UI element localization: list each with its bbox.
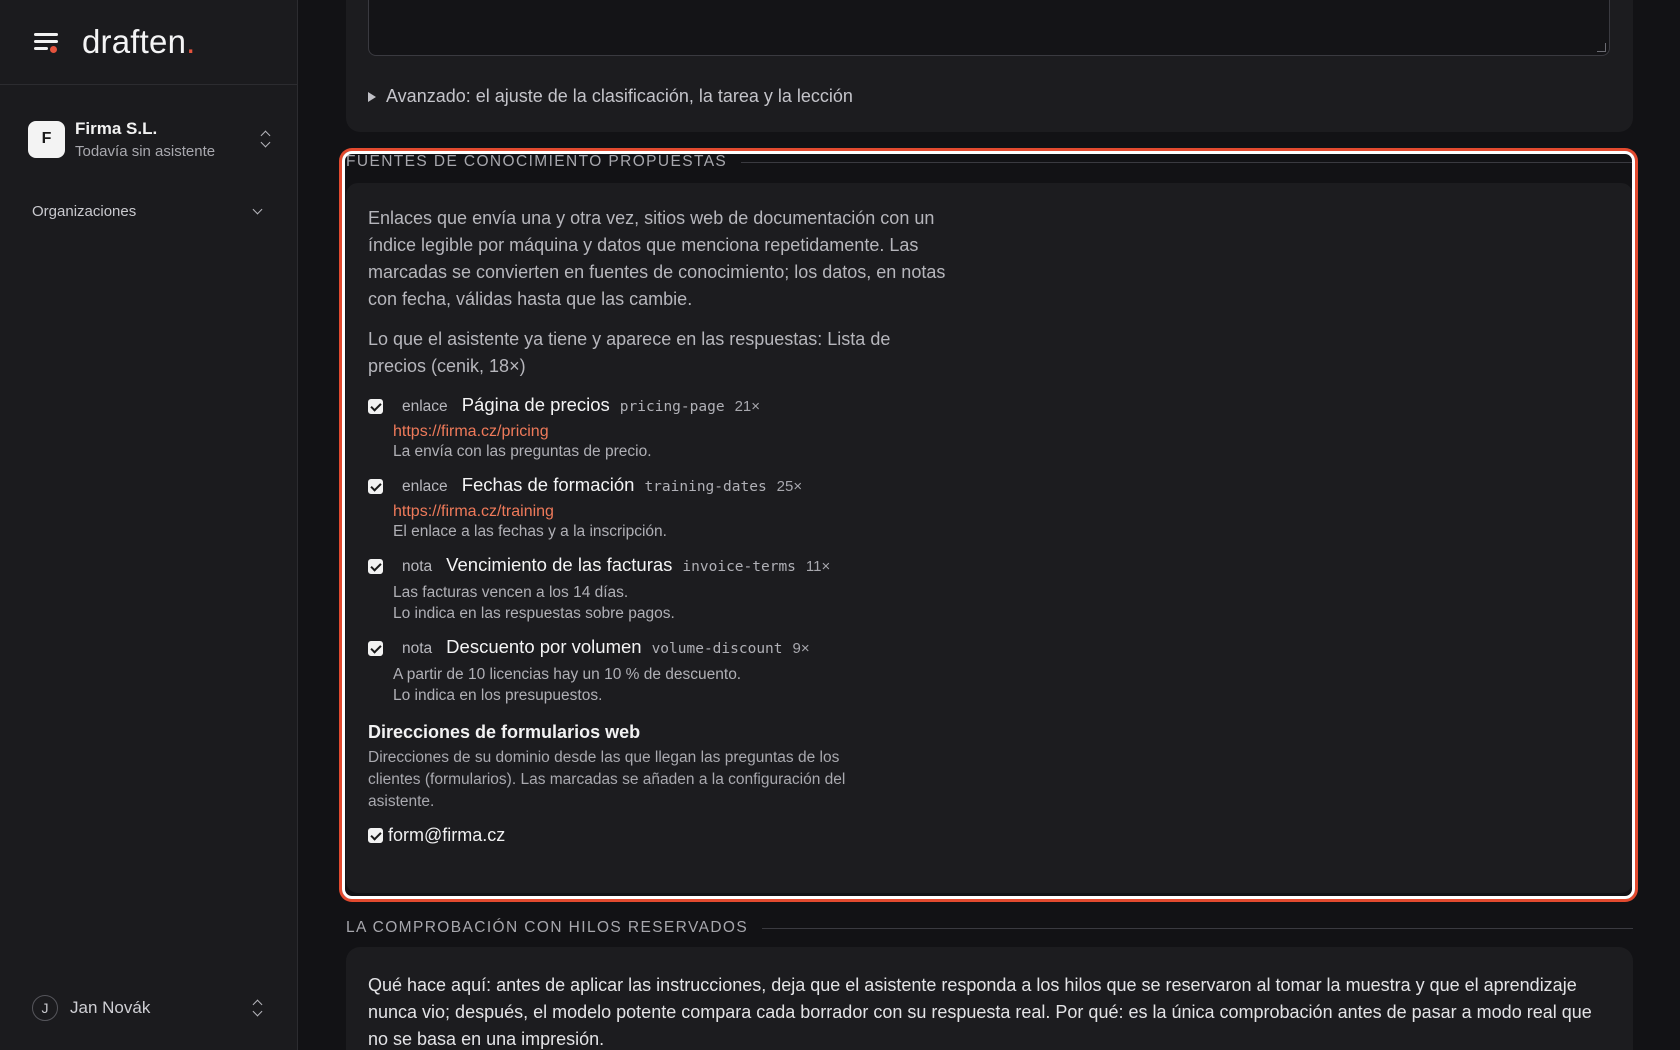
instructions-card: Avanzado: el ajuste de la clasificación,… (346, 0, 1633, 132)
advanced-toggle[interactable]: Avanzado: el ajuste de la clasificación,… (368, 86, 853, 107)
sidebar: draften. F Firma S.L. Todavía sin asiste… (0, 0, 298, 1050)
chevron-down-icon (252, 204, 263, 214)
user-switcher[interactable]: J Jan Novák (32, 994, 264, 1022)
org-name: Firma S.L. (75, 118, 158, 138)
instructions-textarea[interactable] (368, 0, 1610, 56)
disclosure-triangle-icon (368, 91, 376, 102)
check-card: Qué hace aquí: antes de aplicar las inst… (346, 947, 1633, 1050)
nav-section-label: Organizaciones (32, 202, 137, 220)
check-section-title: LA COMPROBACIÓN CON HILOS RESERVADOS (346, 919, 1633, 937)
logo: draften. (82, 23, 196, 60)
user-avatar: J (32, 995, 58, 1021)
nav-section-organizations[interactable]: Organizaciones (32, 200, 264, 222)
highlight-frame (342, 151, 1635, 899)
brand-bar: draften. (0, 0, 297, 85)
resize-grip-icon[interactable] (1597, 43, 1606, 52)
org-switcher[interactable]: F Firma S.L. Todavía sin asistente (28, 116, 272, 162)
menu-icon[interactable] (32, 30, 60, 54)
main-content: Avanzado: el ajuste de la clasificación,… (299, 0, 1680, 1050)
check-description: Qué hace aquí: antes de aplicar las inst… (368, 975, 1592, 1049)
org-subtitle: Todavía sin asistente (75, 142, 216, 160)
user-name: Jan Novák (70, 998, 151, 1017)
org-avatar: F (28, 120, 65, 158)
chevron-updown-icon (258, 129, 272, 149)
advanced-label: Avanzado: el ajuste de la clasificación,… (386, 86, 853, 106)
chevron-updown-icon (250, 998, 264, 1018)
